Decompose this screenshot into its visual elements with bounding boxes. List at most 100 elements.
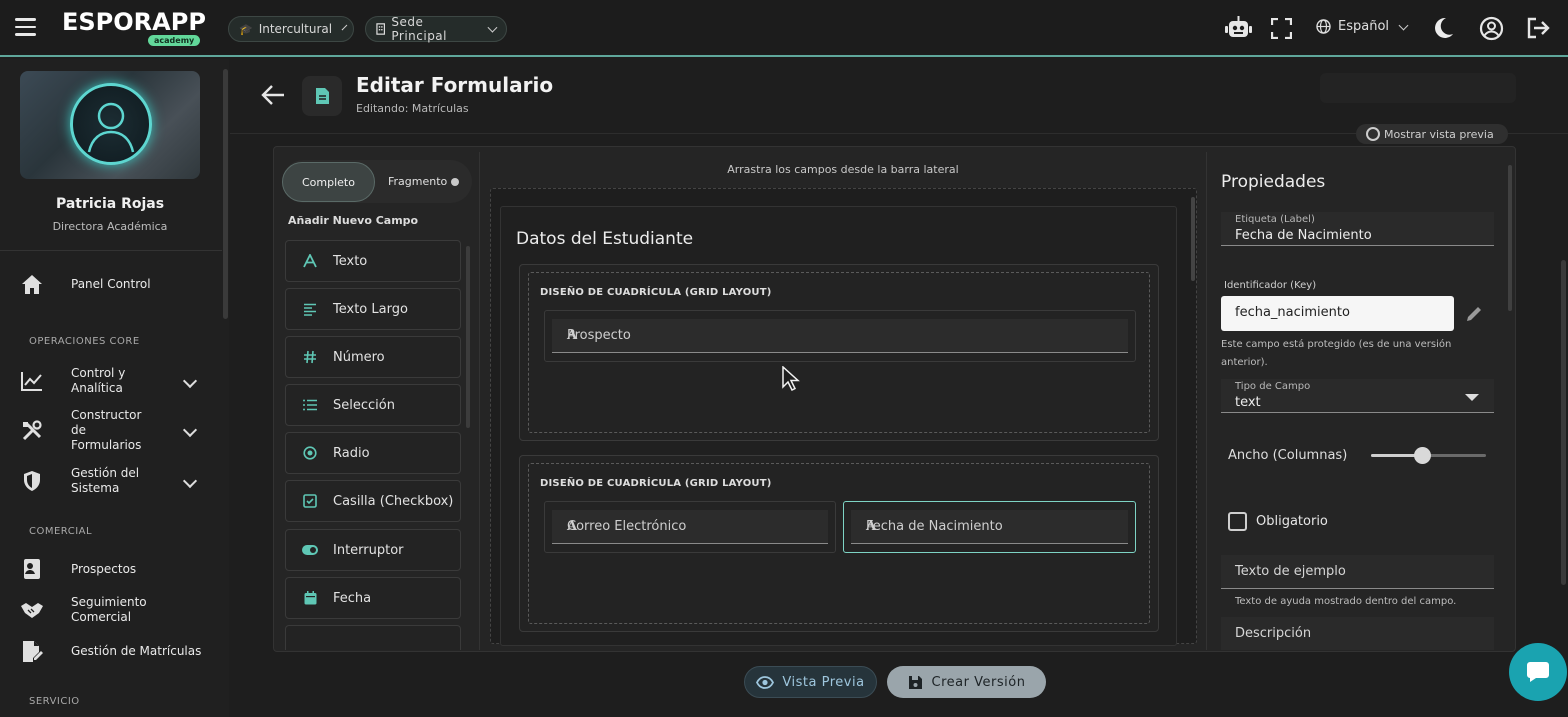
campus-selector[interactable]: Sede Principal	[365, 15, 507, 43]
language-selector[interactable]: Español	[1316, 19, 1409, 34]
profile-banner	[20, 71, 200, 179]
canvas-scrollbar[interactable]	[1191, 197, 1195, 281]
chat-button[interactable]	[1509, 643, 1567, 701]
logout-icon[interactable]	[1526, 17, 1550, 39]
building-icon	[376, 23, 386, 35]
palette-item-label: Radio	[333, 445, 370, 461]
mode-fragmento-button[interactable]: Fragmento	[388, 175, 447, 188]
school-selector[interactable]: 🎓 Intercultural	[228, 16, 354, 42]
toggle-icon	[300, 540, 320, 560]
sidebar-item-control-analitica[interactable]: Control y Analítica	[20, 366, 210, 396]
preview-toggle[interactable]: Mostrar vista previa	[1356, 124, 1508, 144]
grid-layout-1[interactable]: DISEÑO DE CUADRÍCULA (GRID LAYOUT) Prosp…	[519, 264, 1159, 441]
preview-toggle-label: Mostrar vista previa	[1384, 127, 1494, 141]
field-type-caption: Tipo de Campo	[1235, 381, 1311, 392]
app-logo[interactable]: ESPORAPP	[62, 8, 206, 36]
form-field-prospecto[interactable]: Prospecto A	[544, 310, 1136, 362]
pencil-icon[interactable]	[1466, 305, 1483, 322]
field-type-select[interactable]: Tipo de Campo text	[1221, 379, 1494, 413]
properties-scrollbar[interactable]	[1508, 165, 1512, 311]
sidebar-item-label: Panel Control	[71, 276, 151, 291]
chevron-down-icon[interactable]	[182, 422, 198, 438]
avatar[interactable]	[70, 83, 152, 165]
dropdown-caret-icon[interactable]	[1465, 394, 1479, 401]
sidebar-section-comercial: COMERCIAL	[29, 526, 93, 537]
sidebar-item-gestion-matriculas[interactable]: Gestión de Matrículas	[20, 639, 210, 663]
graduation-cap-icon: 🎓	[239, 22, 253, 36]
key-field[interactable]: fecha_nacimiento	[1221, 296, 1454, 331]
account-icon[interactable]	[1479, 16, 1504, 41]
back-arrow-icon[interactable]	[261, 84, 285, 106]
sidebar-item-prospectos[interactable]: Prospectos	[20, 557, 210, 581]
save-icon	[908, 675, 922, 689]
sidebar-scrollbar[interactable]	[223, 69, 228, 319]
label-field[interactable]: Etiqueta (Label) Fecha de Nacimiento	[1221, 212, 1494, 246]
placeholder-field[interactable]: Texto de ejemplo	[1221, 555, 1494, 589]
robot-icon[interactable]	[1225, 16, 1252, 40]
chevron-down-icon[interactable]	[182, 473, 198, 489]
shield-icon	[20, 469, 44, 493]
eye-icon	[1366, 127, 1380, 141]
sidebar-item-label: Control y Analítica	[71, 366, 126, 395]
palette-item-texto-largo[interactable]: Texto Largo	[285, 288, 461, 330]
properties-title: Propiedades	[1221, 172, 1326, 192]
radio-icon	[300, 443, 320, 463]
user-name: Patricia Rojas	[55, 196, 165, 212]
sidebar-item-panel-control[interactable]: Panel Control	[20, 272, 210, 296]
create-version-button[interactable]: Crear Versión	[887, 666, 1046, 698]
label-field-value: Fecha de Nacimiento	[1235, 228, 1372, 243]
sidebar-item-seguimiento-comercial[interactable]: Seguimiento Comercial	[20, 595, 210, 625]
eye-icon	[756, 675, 775, 689]
page-scrollbar[interactable]	[1561, 260, 1566, 585]
fullscreen-icon[interactable]	[1271, 18, 1292, 39]
chevron-down-icon	[341, 24, 348, 31]
palette-item-interruptor[interactable]: Interruptor	[285, 529, 461, 571]
palette-item-texto[interactable]: Texto	[285, 240, 461, 282]
long-text-icon	[300, 299, 320, 319]
preview-button[interactable]: Vista Previa	[744, 666, 877, 698]
description-field[interactable]: Descripción	[1221, 617, 1494, 650]
required-checkbox[interactable]	[1228, 512, 1247, 531]
chevron-down-icon[interactable]	[182, 373, 198, 389]
menu-icon[interactable]	[15, 18, 36, 36]
globe-icon	[1316, 19, 1331, 34]
text-type-icon: A	[567, 519, 578, 534]
sidebar-item-constructor-formularios[interactable]: Constructor de Formularios	[20, 408, 210, 453]
description-field-label: Descripción	[1235, 626, 1312, 641]
preview-button-label: Vista Previa	[782, 674, 865, 690]
palette-item-fecha[interactable]: Fecha	[285, 577, 461, 619]
tools-icon	[20, 419, 44, 443]
palette-item-seleccion[interactable]: Selección	[285, 384, 461, 426]
form-field-correo[interactable]: Correo Electrónico A	[544, 501, 836, 553]
palette-item-label: Texto	[333, 253, 368, 269]
user-silhouette-icon	[87, 102, 135, 153]
campus-selector-label: Sede Principal	[391, 15, 447, 43]
dark-mode-icon[interactable]	[1432, 17, 1454, 40]
page-subtitle: Editando: Matrículas	[356, 102, 469, 115]
mode-completo-button[interactable]: Completo	[282, 162, 375, 202]
palette-item-label: Selección	[333, 397, 395, 413]
key-field-caption: Identificador (Key)	[1224, 280, 1317, 291]
palette-item-partial[interactable]	[285, 625, 461, 650]
grid-layout-2[interactable]: DISEÑO DE CUADRÍCULA (GRID LAYOUT) Corre…	[519, 455, 1159, 632]
palette-item-numero[interactable]: Número	[285, 336, 461, 378]
chevron-down-icon	[1398, 20, 1409, 30]
palette-item-radio[interactable]: Radio	[285, 432, 461, 474]
form-field-fecha-nacimiento[interactable]: Fecha de Nacimiento A	[843, 501, 1136, 553]
language-label: Español	[1338, 19, 1390, 34]
sidebar-item-gestion-sistema[interactable]: Gestión del Sistema	[20, 466, 210, 496]
palette-item-label: Interruptor	[333, 542, 404, 558]
field-type-value: text	[1235, 395, 1261, 410]
palette-item-label: Texto Largo	[333, 301, 408, 317]
width-label: Ancho (Columnas)	[1228, 448, 1348, 463]
home-icon	[20, 272, 44, 296]
sidebar-section-servicio: SERVICIO	[29, 696, 80, 707]
palette-item-checkbox[interactable]: Casilla (Checkbox)	[285, 480, 461, 522]
section-title: Datos del Estudiante	[516, 229, 694, 249]
palette-scrollbar[interactable]	[466, 246, 470, 428]
label-field-caption: Etiqueta (Label)	[1235, 214, 1315, 225]
mouse-cursor-icon	[782, 366, 800, 391]
contact-card-icon	[20, 557, 44, 581]
grid-layout-label: DISEÑO DE CUADRÍCULA (GRID LAYOUT)	[540, 287, 772, 298]
header-ghost-button	[1320, 73, 1516, 103]
